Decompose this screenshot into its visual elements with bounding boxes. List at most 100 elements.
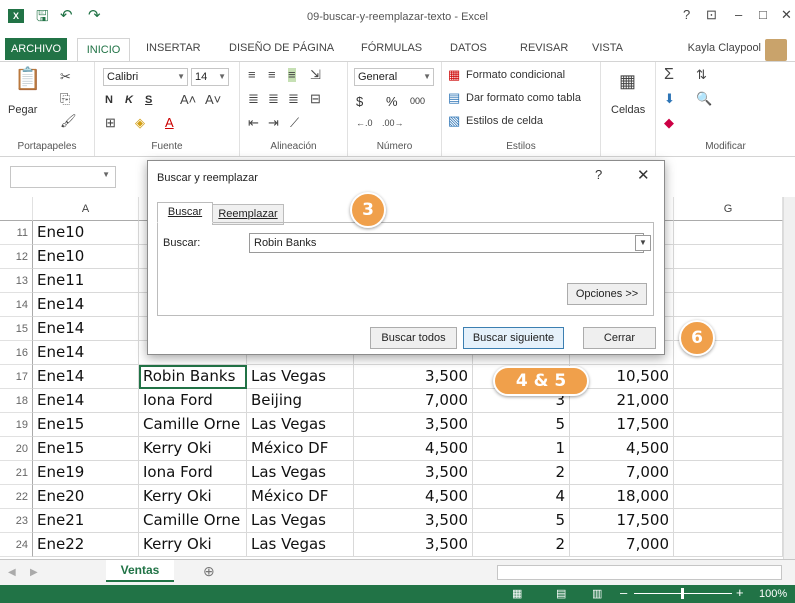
copy-icon[interactable]: ⎘	[60, 92, 70, 106]
cell-d-18[interactable]: 7,000	[354, 389, 473, 413]
cell-b-22[interactable]: Kerry Oki	[139, 485, 247, 509]
align-center-icon[interactable]: ≣	[268, 92, 279, 106]
row-header[interactable]: 12	[0, 245, 33, 269]
avatar[interactable]	[765, 39, 787, 61]
find-input[interactable]	[249, 233, 644, 253]
chevron-down-icon[interactable]: ▼	[635, 235, 651, 251]
cell-d-21[interactable]: 3,500	[354, 461, 473, 485]
cell-d-20[interactable]: 4,500	[354, 437, 473, 461]
italic-button[interactable]: K	[125, 94, 133, 106]
tab-view[interactable]: VISTA	[592, 42, 623, 54]
find-select-icon[interactable]: 🔍	[696, 92, 712, 106]
percent-button[interactable]: %	[386, 94, 398, 109]
sort-filter-icon[interactable]: ⇅	[696, 68, 707, 82]
dialog-close-button[interactable]: Cerrar	[583, 327, 656, 349]
cell-a-13[interactable]: Ene11	[33, 269, 139, 293]
row-header[interactable]: 14	[0, 293, 33, 317]
help-button[interactable]: ?	[683, 7, 690, 22]
page-break-view-icon[interactable]: ▥	[592, 587, 602, 601]
cell-d-23[interactable]: 3,500	[354, 509, 473, 533]
format-as-table-button[interactable]: Dar formato como tabla	[466, 92, 581, 104]
cell-g-13[interactable]	[674, 269, 783, 293]
grow-font-icon[interactable]: A˄	[180, 93, 196, 107]
cell-e-23[interactable]: 5	[473, 509, 570, 533]
sheet-tab-ventas[interactable]: Ventas	[106, 560, 174, 582]
cell-d-17[interactable]: 3,500	[354, 365, 473, 389]
cell-g-12[interactable]	[674, 245, 783, 269]
tab-formulas[interactable]: FÓRMULAS	[361, 42, 422, 54]
zoom-slider-thumb[interactable]	[681, 588, 684, 599]
column-header-g[interactable]: G	[674, 197, 783, 221]
cells-button[interactable]: Celdas	[611, 104, 645, 116]
cell-c-21[interactable]: Las Vegas	[247, 461, 354, 485]
cell-d-24[interactable]: 3,500	[354, 533, 473, 557]
tab-page-layout[interactable]: DISEÑO DE PÁGINA	[229, 42, 334, 54]
normal-view-icon[interactable]: ▦	[512, 587, 522, 601]
align-bottom-icon[interactable]: ≡	[288, 68, 296, 82]
row-header[interactable]: 16	[0, 341, 33, 365]
cell-a-17[interactable]: Ene14	[33, 365, 139, 389]
cell-f-20[interactable]: 4,500	[570, 437, 674, 461]
tab-find[interactable]: Buscar	[157, 202, 213, 223]
underline-button[interactable]: S	[145, 94, 152, 106]
cell-c-19[interactable]: Las Vegas	[247, 413, 354, 437]
minimize-button[interactable]: –	[735, 7, 742, 22]
tab-data[interactable]: DATOS	[450, 42, 487, 54]
cell-f-22[interactable]: 18,000	[570, 485, 674, 509]
vertical-scrollbar[interactable]	[783, 197, 795, 559]
align-middle-icon[interactable]: ≡	[268, 68, 276, 82]
cell-g-23[interactable]	[674, 509, 783, 533]
cell-b-21[interactable]: Iona Ford	[139, 461, 247, 485]
paste-button[interactable]: Pegar	[8, 104, 37, 116]
conditional-format-button[interactable]: Formato condicional	[466, 69, 565, 81]
cell-e-24[interactable]: 2	[473, 533, 570, 557]
decrease-indent-icon[interactable]: ⇤	[248, 116, 259, 130]
shrink-font-icon[interactable]: A˅	[205, 93, 221, 107]
cell-g-14[interactable]	[674, 293, 783, 317]
name-box[interactable]: ▼	[10, 166, 116, 188]
autosum-icon[interactable]: Σ	[664, 67, 674, 83]
tab-home[interactable]: INICIO	[77, 38, 130, 62]
row-header[interactable]: 20	[0, 437, 33, 461]
cell-b-24[interactable]: Kerry Oki	[139, 533, 247, 557]
cell-f-24[interactable]: 7,000	[570, 533, 674, 557]
cell-g-21[interactable]	[674, 461, 783, 485]
cell-a-19[interactable]: Ene15	[33, 413, 139, 437]
row-header[interactable]: 21	[0, 461, 33, 485]
column-header-a[interactable]: A	[33, 197, 139, 221]
cell-f-21[interactable]: 7,000	[570, 461, 674, 485]
cell-e-20[interactable]: 1	[473, 437, 570, 461]
cell-c-17[interactable]: Las Vegas	[247, 365, 354, 389]
row-header[interactable]: 13	[0, 269, 33, 293]
cell-e-21[interactable]: 2	[473, 461, 570, 485]
cell-g-18[interactable]	[674, 389, 783, 413]
chevron-right-icon[interactable]: ▶	[30, 566, 38, 580]
row-header[interactable]: 18	[0, 389, 33, 413]
tab-review[interactable]: REVISAR	[520, 42, 568, 54]
close-button[interactable]: ✕	[781, 7, 792, 23]
cell-b-18[interactable]: Iona Ford	[139, 389, 247, 413]
cell-d-22[interactable]: 4,500	[354, 485, 473, 509]
cell-styles-button[interactable]: Estilos de celda	[466, 115, 543, 127]
clear-icon[interactable]: ◆	[664, 116, 674, 130]
cell-c-24[interactable]: Las Vegas	[247, 533, 354, 557]
thousands-button[interactable]: 000	[410, 96, 425, 106]
find-all-button[interactable]: Buscar todos	[370, 327, 457, 349]
cell-a-20[interactable]: Ene15	[33, 437, 139, 461]
horizontal-scrollbar[interactable]	[497, 565, 782, 580]
font-color-icon[interactable]: A	[165, 116, 174, 130]
cell-b-17[interactable]: Robin Banks	[139, 365, 247, 389]
fill-color-icon[interactable]: ◈	[135, 116, 145, 130]
cell-g-11[interactable]	[674, 221, 783, 245]
tab-insert[interactable]: INSERTAR	[146, 42, 201, 54]
paste-icon[interactable]: 📋	[14, 68, 41, 90]
cell-f-23[interactable]: 17,500	[570, 509, 674, 533]
cell-a-24[interactable]: Ene22	[33, 533, 139, 557]
cell-a-18[interactable]: Ene14	[33, 389, 139, 413]
dialog-help-button[interactable]: ?	[595, 167, 602, 182]
cell-e-22[interactable]: 4	[473, 485, 570, 509]
cell-a-21[interactable]: Ene19	[33, 461, 139, 485]
align-right-icon[interactable]: ≣	[288, 92, 299, 106]
row-header[interactable]: 11	[0, 221, 33, 245]
font-size-combo[interactable]: 14 ▼	[191, 68, 229, 86]
